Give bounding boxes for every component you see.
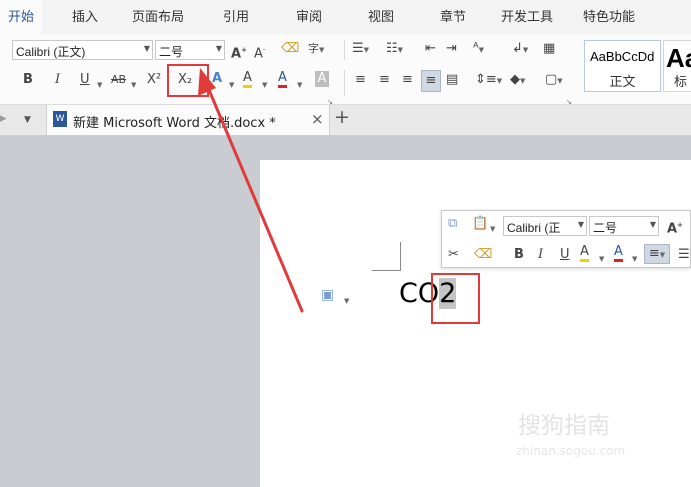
arrow-head [198,68,216,96]
annotation-arrow [198,68,304,313]
arrow-shaft [202,76,304,313]
